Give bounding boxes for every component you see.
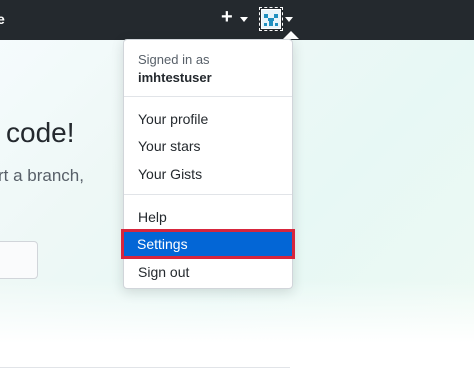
menu-divider — [124, 194, 292, 195]
create-new-button[interactable]: + — [221, 6, 249, 29]
menu-item-your-profile[interactable]: Your profile — [124, 106, 292, 132]
header-partial-text: e — [0, 11, 5, 27]
menu-item-sign-out[interactable]: Sign out — [124, 259, 292, 285]
user-dropdown-menu: Signed in as imhtestuser Your profile Yo… — [121, 39, 295, 289]
menu-item-help[interactable]: Help — [124, 204, 292, 230]
header-bar: e + — [0, 0, 474, 40]
signed-in-label: Signed in as — [138, 52, 210, 67]
hero-fade — [0, 280, 474, 370]
user-menu-button[interactable] — [259, 7, 295, 31]
menu-item-your-gists[interactable]: Your Gists — [124, 161, 292, 187]
caret-down-icon — [285, 17, 293, 22]
menu-item-settings[interactable]: Settings — [121, 229, 295, 259]
hero-divider — [0, 367, 290, 368]
menu-item-your-stars[interactable]: Your stars — [124, 133, 292, 159]
signed-in-username: imhtestuser — [138, 70, 212, 85]
hero-button[interactable] — [0, 241, 38, 279]
menu-divider — [124, 96, 292, 97]
avatar — [259, 7, 283, 31]
caret-down-icon — [240, 17, 248, 22]
plus-icon: + — [221, 6, 233, 28]
dropdown-arrow — [283, 31, 299, 39]
hero-subtitle: rt a branch, — [0, 166, 84, 185]
hero-title: code! — [6, 117, 75, 148]
